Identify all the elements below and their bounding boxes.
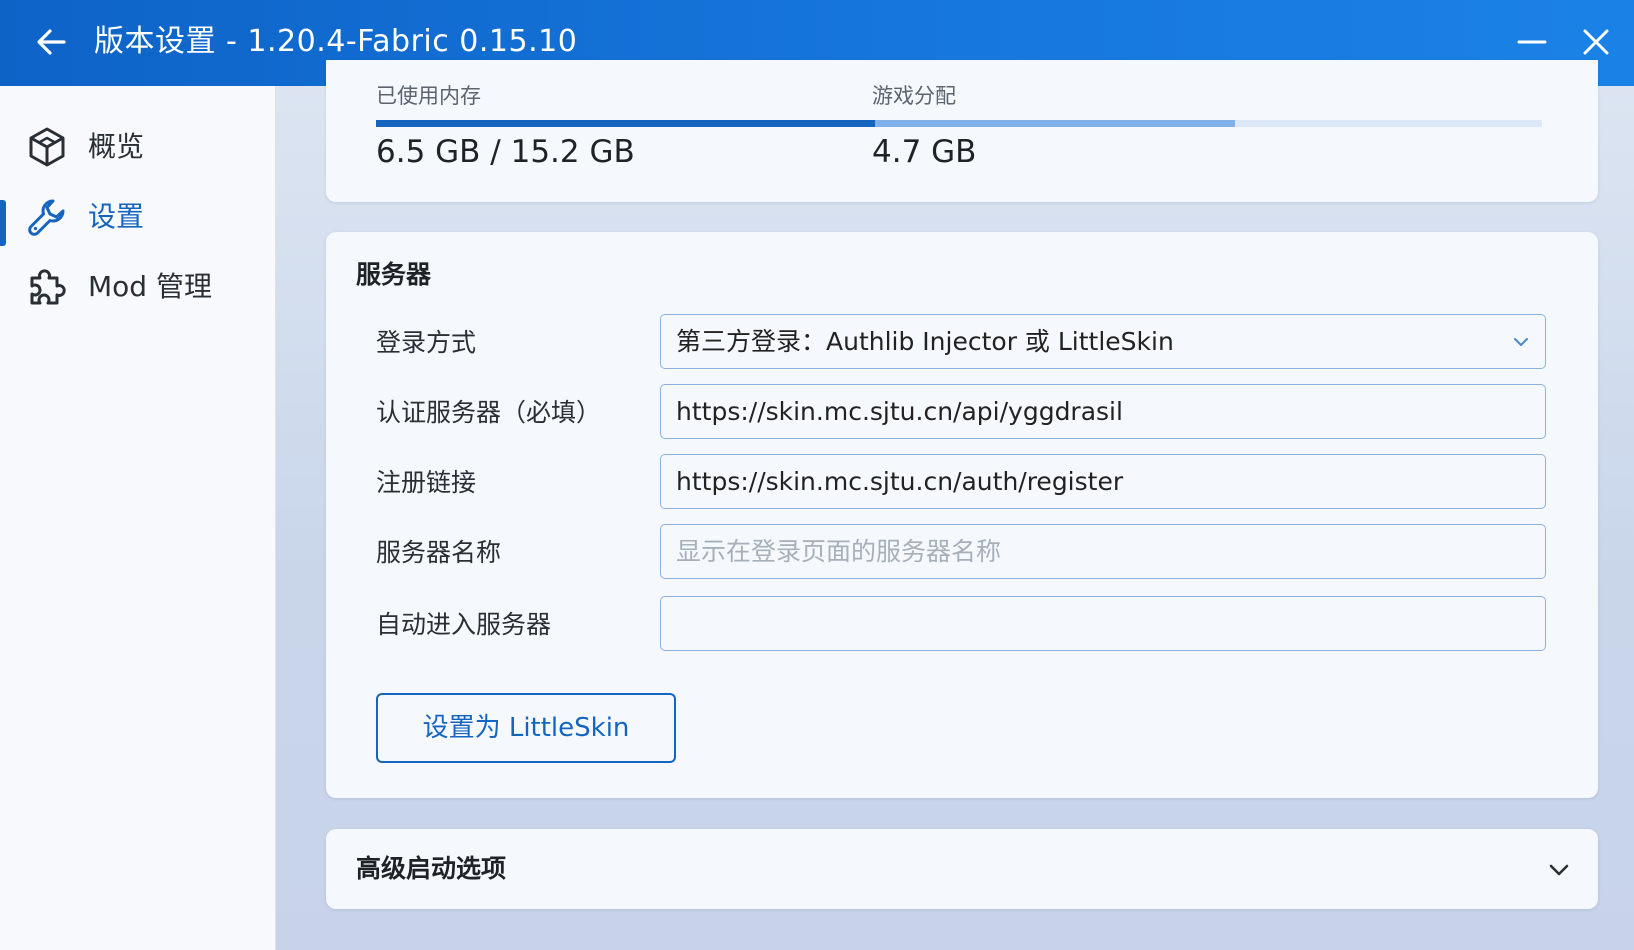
login-method-value: 第三方登录：Authlib Injector 或 LittleSkin (676, 327, 1174, 356)
arrow-left-icon (37, 29, 66, 55)
server-name-input[interactable]: 显示在登录页面的服务器名称 (660, 524, 1546, 579)
minimize-icon (1517, 40, 1547, 44)
auth-server-label: 认证服务器（必填） (376, 398, 602, 427)
auth-server-value: https://skin.mc.sjtu.cn/api/yggdrasil (676, 397, 1123, 426)
set-littleskin-button[interactable]: 设置为 LittleSkin (376, 693, 676, 763)
back-button[interactable] (30, 20, 74, 64)
wrench-icon (26, 196, 68, 238)
register-link-label: 注册链接 (376, 468, 477, 497)
chevron-down-icon (1514, 338, 1528, 346)
memory-card: 已使用内存 游戏分配 6.5 GB / 15.2 GB 4.7 GB (326, 60, 1598, 202)
used-memory-value: 6.5 GB / 15.2 GB (376, 134, 635, 170)
server-name-label: 服务器名称 (376, 538, 502, 567)
chevron-down-icon (1549, 864, 1569, 876)
close-button[interactable] (1574, 20, 1618, 64)
auto-join-label: 自动进入服务器 (376, 610, 552, 639)
game-allocation-label: 游戏分配 (872, 84, 956, 108)
puzzle-icon (26, 266, 68, 308)
server-name-placeholder: 显示在登录页面的服务器名称 (676, 537, 1002, 566)
used-memory-label: 已使用内存 (376, 84, 481, 108)
active-indicator (0, 200, 6, 246)
sidebar-item-settings[interactable]: 设置 (0, 186, 276, 246)
advanced-options-card[interactable]: 高级启动选项 (326, 829, 1598, 909)
register-link-input[interactable]: https://skin.mc.sjtu.cn/auth/register (660, 454, 1546, 509)
memory-bar (376, 120, 1542, 127)
sidebar: 概览 设置 Mod 管理 (0, 86, 276, 950)
minimize-button[interactable] (1510, 20, 1554, 64)
server-card: 服务器 登录方式 第三方登录：Authlib Injector 或 Little… (326, 232, 1598, 798)
memory-bar-allocated (875, 120, 1235, 127)
login-method-select[interactable]: 第三方登录：Authlib Injector 或 LittleSkin (660, 314, 1546, 369)
sidebar-item-label: 概览 (88, 130, 145, 163)
memory-bar-used (376, 120, 875, 127)
sidebar-item-label: 设置 (88, 200, 145, 233)
login-method-label: 登录方式 (376, 328, 477, 357)
sidebar-item-overview[interactable]: 概览 (0, 116, 276, 176)
close-icon (1583, 29, 1609, 55)
auth-server-input[interactable]: https://skin.mc.sjtu.cn/api/yggdrasil (660, 384, 1546, 439)
set-littleskin-button-label: 设置为 LittleSkin (422, 713, 630, 743)
game-allocation-value: 4.7 GB (872, 134, 977, 170)
advanced-options-title: 高级启动选项 (356, 854, 507, 883)
sidebar-item-label: Mod 管理 (88, 270, 212, 303)
cube-icon (26, 126, 68, 168)
register-link-value: https://skin.mc.sjtu.cn/auth/register (676, 467, 1124, 496)
sidebar-item-mod-management[interactable]: Mod 管理 (0, 256, 276, 316)
window-title: 版本设置 - 1.20.4-Fabric 0.15.10 (94, 24, 578, 59)
server-section-title: 服务器 (356, 260, 432, 289)
auto-join-input[interactable] (660, 596, 1546, 651)
